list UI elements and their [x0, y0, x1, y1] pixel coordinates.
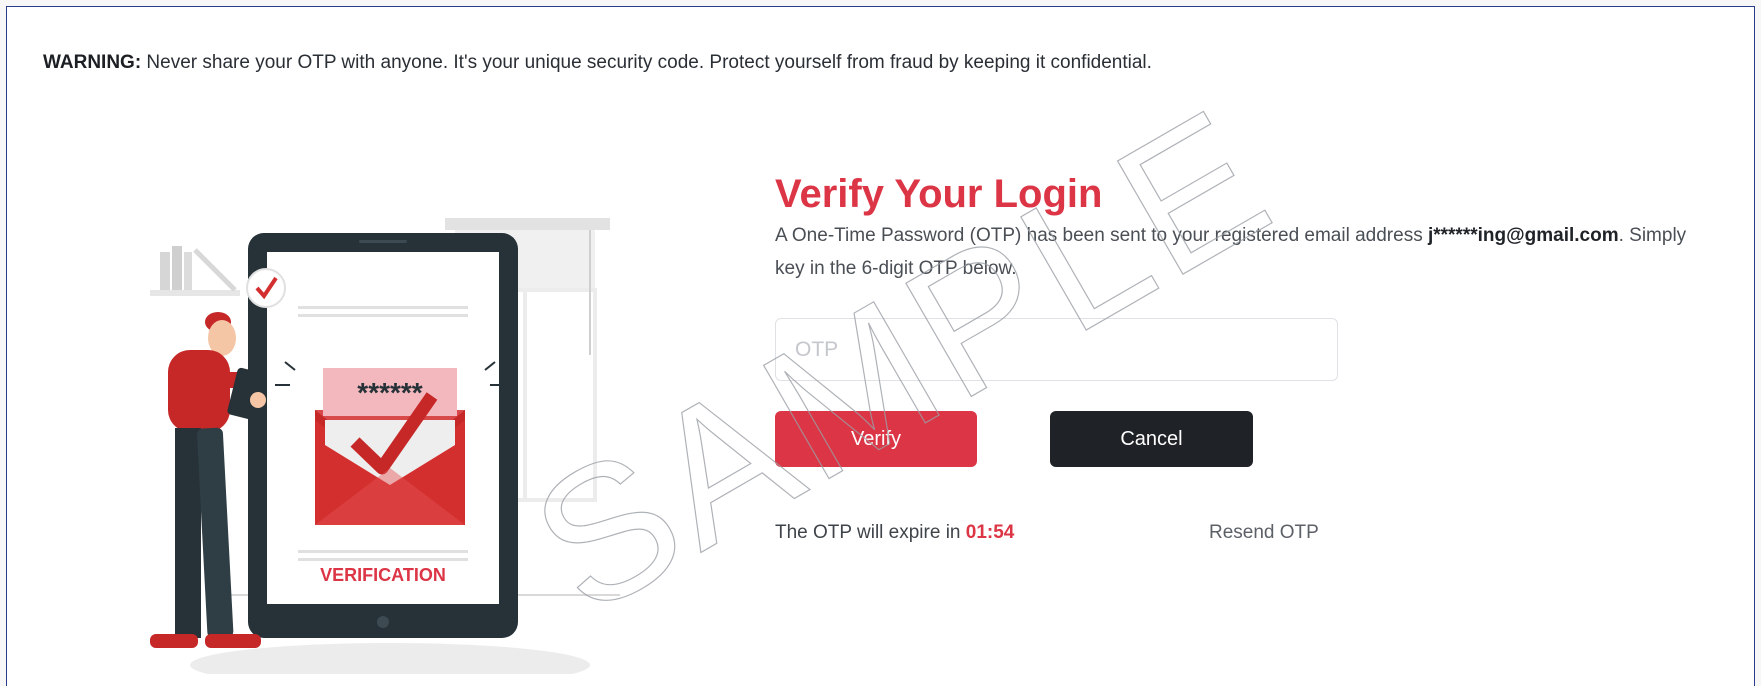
- instructions-text: A One-Time Password (OTP) has been sent …: [775, 225, 1428, 246]
- otp-input[interactable]: [775, 318, 1338, 381]
- otp-code-art: ******: [357, 377, 422, 408]
- verification-caption: VERIFICATION: [320, 565, 446, 585]
- resend-otp-link[interactable]: Resend OTP: [1209, 522, 1319, 544]
- countdown-timer: 01:54: [965, 522, 1015, 543]
- masked-email: j******ing@gmail.com: [1427, 225, 1619, 246]
- otp-instructions: A One-Time Password (OTP) has been sent …: [775, 219, 1715, 285]
- verification-illustration: ****** VERIFICATION: [150, 218, 620, 674]
- page-title: Verify Your Login: [775, 172, 1103, 216]
- warning-text: Never share your OTP with anyone. It's y…: [141, 52, 1152, 73]
- security-warning: WARNING: Never share your OTP with anyon…: [43, 52, 1152, 74]
- verify-button[interactable]: Verify: [775, 411, 977, 467]
- expiry-label: The OTP will expire in: [775, 522, 966, 543]
- warning-label: WARNING:: [43, 52, 142, 73]
- cancel-button[interactable]: Cancel: [1050, 411, 1253, 467]
- otp-expiry: The OTP will expire in 01:54: [775, 522, 1014, 544]
